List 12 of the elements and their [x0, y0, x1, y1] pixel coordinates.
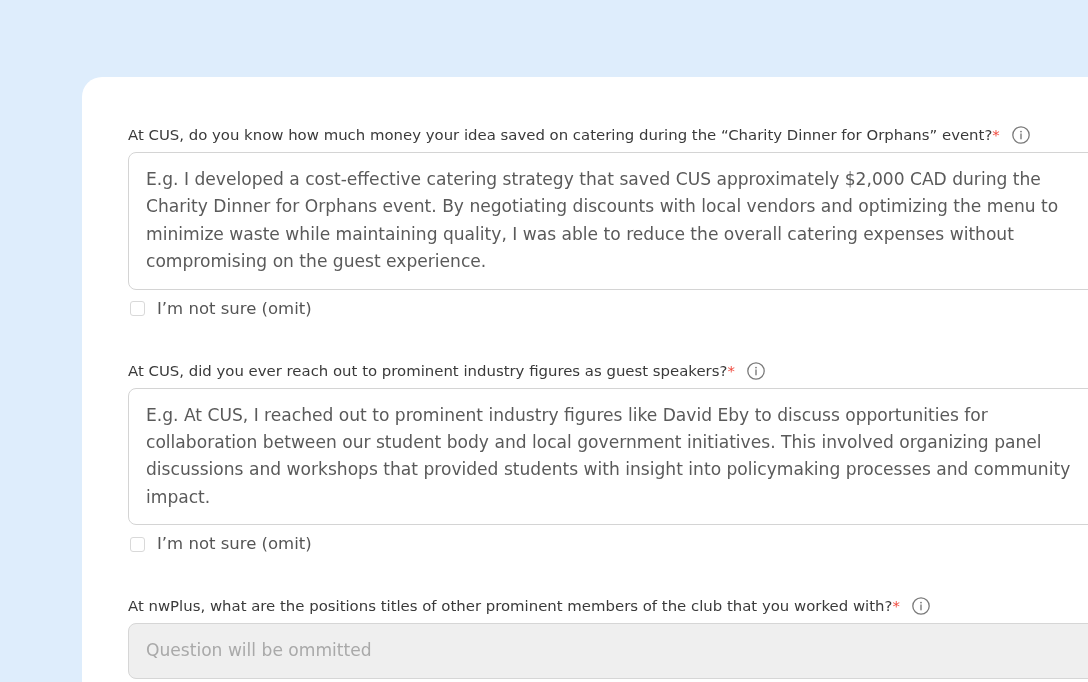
- checkbox-label[interactable]: I’m not sure (omit): [157, 297, 312, 320]
- question-label: At CUS, did you ever reach out to prominent industry figures as guest speakers?*: [128, 360, 735, 381]
- checkbox[interactable]: [130, 301, 145, 317]
- info-icon[interactable]: [746, 361, 765, 380]
- checkbox-label[interactable]: I’m not sure (omit): [157, 533, 312, 556]
- info-icon[interactable]: [911, 597, 930, 616]
- question-label: At CUS, do you know how much money your idea saved on catering during the “Charity Dinner for Orphans” event?*: [128, 125, 1000, 145]
- info-icon[interactable]: [1011, 126, 1030, 144]
- question-label: At nwPlus, what are the positions titles of other prominent members of the club that you worked with?*: [128, 596, 900, 617]
- answer-field[interactable]: E.g. I developed a cost-effective catering strategy that saved CUS approximately $2,000 CAD during the Charity Dinner for Orphans event. By negotiating discounts with local vendors and optimizing the menu to minimize waste while maintaining quality, I was able to reduce the overall catering expenses without compromising on the guest experience.: [128, 152, 1088, 290]
- answer-field[interactable]: E.g. At CUS, I reached out to prominent industry figures like David Eby to discuss opportunities for collaboration between our student body and local government initiatives. This involved organizing panel discussions and workshops that provided students with insight into policymaking processes and community impact.: [128, 387, 1088, 526]
- checkbox[interactable]: [130, 536, 145, 552]
